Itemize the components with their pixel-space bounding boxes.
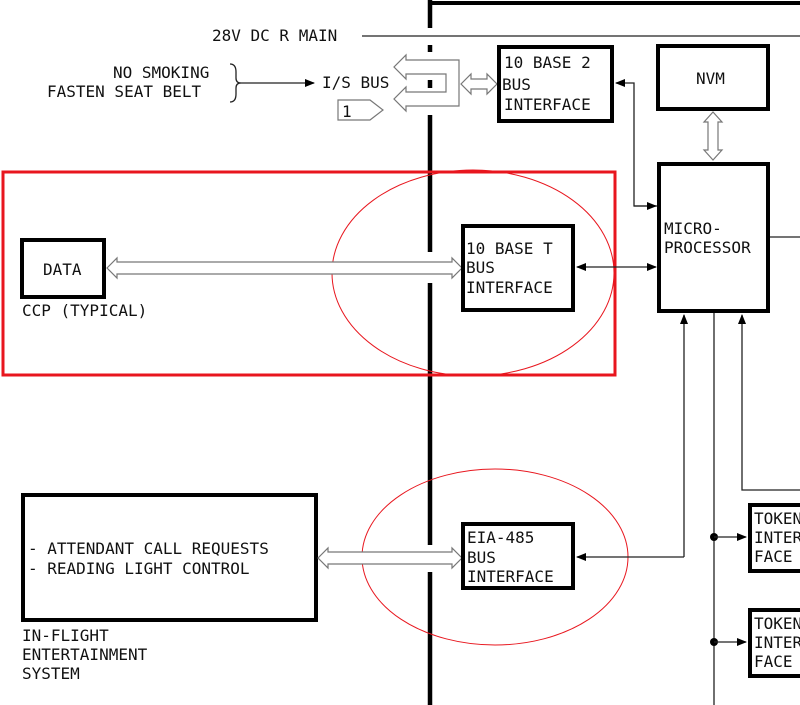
svg-text:INTERFACE: INTERFACE bbox=[504, 95, 591, 114]
svg-text:BUS: BUS bbox=[466, 258, 495, 277]
ife-label-2: ENTERTAINMENT bbox=[22, 645, 148, 664]
nvm-micro-link bbox=[702, 111, 724, 161]
svg-text:FACE: FACE bbox=[754, 547, 793, 566]
svg-text:10 BASE 2: 10 BASE 2 bbox=[504, 53, 591, 72]
ccp-label: CCP (TYPICAL) bbox=[22, 301, 147, 320]
svg-text:BUS: BUS bbox=[467, 548, 496, 567]
token-interface-box-2: TOKEN INTER FACE bbox=[748, 608, 800, 678]
svg-text:10 BASE T: 10 BASE T bbox=[466, 239, 553, 258]
svg-text:FACE: FACE bbox=[754, 652, 793, 671]
microprocessor-box: MICRO- PROCESSOR bbox=[657, 162, 770, 313]
svg-text:DATA: DATA bbox=[43, 260, 82, 279]
is-bus-arrows bbox=[393, 53, 460, 113]
svg-text:INTERFACE: INTERFACE bbox=[467, 567, 554, 586]
block-diagram: 28V DC R MAIN NO SMOKING FASTEN SEAT BEL… bbox=[1, 0, 800, 705]
input-fasten-seat-belt: FASTEN SEAT BELT bbox=[47, 82, 201, 101]
svg-text:BUS: BUS bbox=[502, 75, 531, 94]
svg-text:INTER: INTER bbox=[754, 633, 800, 652]
svg-text:INTER: INTER bbox=[754, 528, 800, 547]
right-input-arrow bbox=[738, 314, 800, 491]
ife-link bbox=[317, 546, 463, 570]
svg-text:MICRO-: MICRO- bbox=[664, 219, 722, 238]
svg-text:NVM: NVM bbox=[696, 69, 725, 88]
svg-text:1: 1 bbox=[342, 102, 352, 121]
is-bus-label: I/S BUS bbox=[322, 73, 389, 92]
brace-icon bbox=[229, 63, 242, 103]
input-no-smoking: NO SMOKING bbox=[113, 63, 209, 82]
power-label: 28V DC R MAIN bbox=[212, 26, 337, 45]
svg-text:- READING LIGHT CONTROL: - READING LIGHT CONTROL bbox=[28, 559, 250, 578]
ife-box: - ATTENDANT CALL REQUESTS - READING LIGH… bbox=[21, 493, 318, 622]
svg-text:INTERFACE: INTERFACE bbox=[466, 278, 553, 297]
ref-tag-1: 1 bbox=[337, 99, 384, 121]
svg-text:EIA-485: EIA-485 bbox=[467, 528, 534, 547]
base2-interface-box: 10 BASE 2 BUS INTERFACE bbox=[497, 45, 614, 123]
ccp-data-box: DATA bbox=[20, 238, 106, 299]
svg-text:TOKEN: TOKEN bbox=[754, 509, 800, 528]
token-interface-box-1: TOKEN INTER FACE bbox=[748, 503, 800, 573]
ife-label-3: SYSTEM bbox=[22, 664, 80, 683]
svg-text:- ATTENDANT CALL REQUESTS: - ATTENDANT CALL REQUESTS bbox=[28, 539, 269, 558]
ccp-link bbox=[106, 256, 463, 280]
nvm-box: NVM bbox=[656, 44, 770, 111]
eia485-interface-box: EIA-485 BUS INTERFACE bbox=[461, 522, 575, 590]
ife-label-1: IN-FLIGHT bbox=[22, 626, 109, 645]
svg-text:PROCESSOR: PROCESSOR bbox=[664, 238, 751, 257]
svg-text:TOKEN: TOKEN bbox=[754, 614, 800, 633]
base2-arrow bbox=[615, 79, 658, 207]
is-bus-link bbox=[460, 72, 498, 96]
base-t-interface-box: 10 BASE T BUS INTERFACE bbox=[461, 224, 575, 312]
